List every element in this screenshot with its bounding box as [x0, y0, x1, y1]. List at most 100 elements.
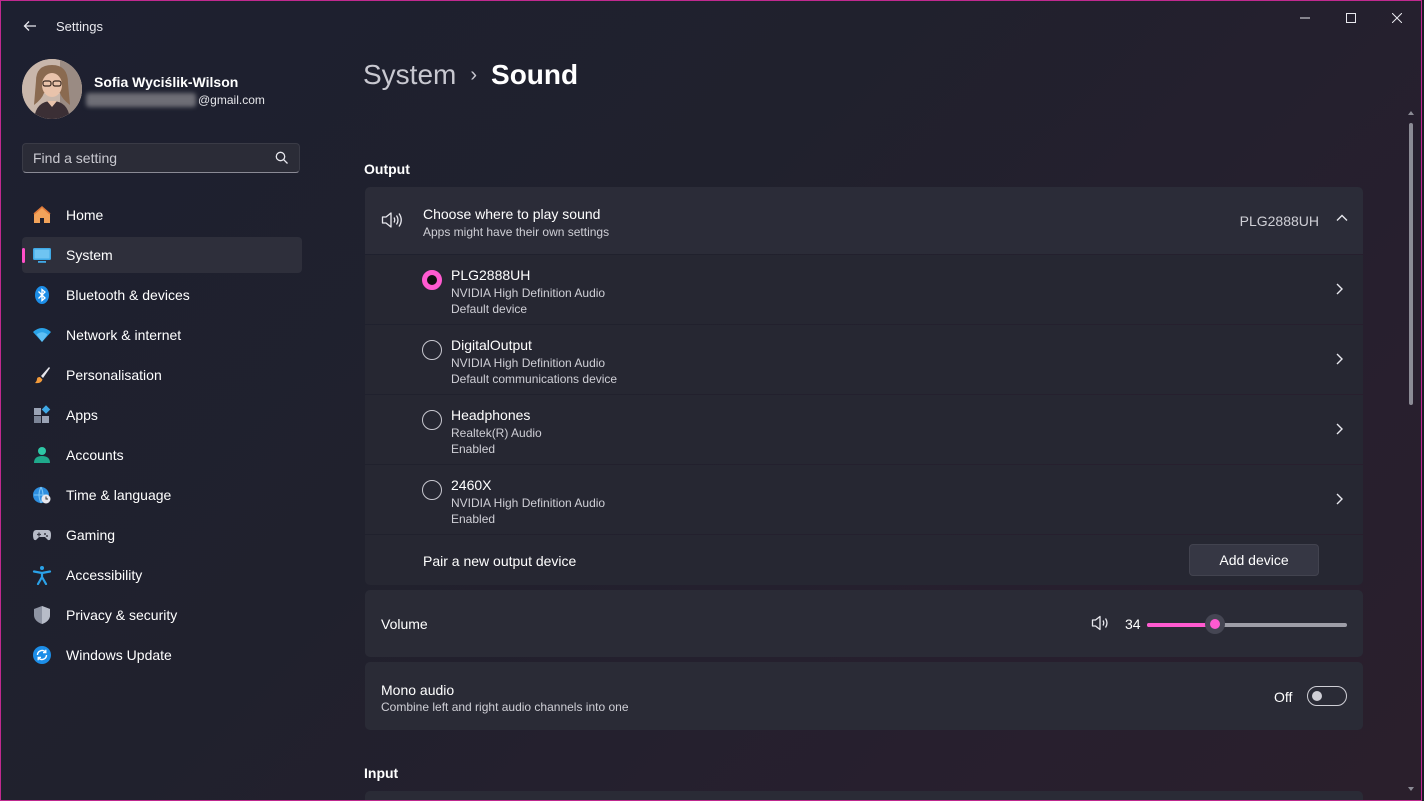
sidebar-item-label: Home [66, 207, 104, 223]
device-status: Enabled [451, 512, 496, 526]
back-button[interactable] [17, 13, 43, 39]
input-card[interactable] [365, 791, 1363, 800]
update-icon [32, 645, 52, 665]
accessibility-icon [32, 565, 52, 585]
mono-audio-toggle[interactable] [1307, 686, 1347, 706]
mono-audio-state-label: Off [1274, 689, 1293, 705]
sidebar-item-apps[interactable]: Apps [22, 397, 302, 433]
output-section-title: Output [364, 161, 410, 177]
choose-output-subtitle: Apps might have their own settings [423, 225, 610, 239]
device-radio-selected[interactable] [422, 270, 442, 290]
sidebar-item-label: Network & internet [66, 327, 182, 343]
mono-audio-subtitle: Combine left and right audio channels in… [381, 700, 629, 714]
device-status: Enabled [451, 442, 496, 456]
profile-email: @gmail.com [86, 93, 265, 107]
breadcrumb-separator: › [470, 63, 478, 86]
sidebar-item-label: Privacy & security [66, 607, 178, 623]
maximize-button[interactable] [1328, 3, 1374, 33]
sidebar-item-system[interactable]: System [22, 237, 302, 273]
mono-audio-card: Mono audio Combine left and right audio … [365, 662, 1363, 730]
sidebar-item-network[interactable]: Network & internet [22, 317, 302, 353]
email-domain: @gmail.com [198, 93, 265, 107]
scroll-down-icon[interactable] [1407, 785, 1415, 793]
wifi-icon [32, 325, 52, 345]
close-button[interactable] [1374, 3, 1420, 33]
volume-card: Volume 34 [365, 590, 1363, 657]
brush-icon [32, 365, 52, 385]
sidebar-item-label: Personalisation [66, 367, 162, 383]
device-name: Headphones [451, 407, 531, 423]
device-name: PLG2888UH [451, 267, 531, 283]
pair-output-device-row: Pair a new output device Add device [365, 535, 1363, 585]
app-title: Settings [56, 19, 103, 34]
sidebar-item-privacy-security[interactable]: Privacy & security [22, 597, 302, 633]
output-device-row[interactable]: 2460X NVIDIA High Definition Audio Enabl… [365, 465, 1363, 534]
chevron-up-icon[interactable] [1335, 211, 1349, 225]
volume-slider-thumb[interactable] [1205, 614, 1225, 634]
device-name: 2460X [451, 477, 492, 493]
chevron-right-icon[interactable] [1333, 282, 1345, 296]
volume-value: 34 [1125, 616, 1141, 632]
sidebar-item-label: Accessibility [66, 567, 143, 583]
device-status: Default device [451, 302, 528, 316]
search-input[interactable]: Find a setting [33, 150, 117, 166]
scrollbar[interactable] [1407, 109, 1415, 799]
minimize-icon [1300, 17, 1310, 19]
sidebar-item-accessibility[interactable]: Accessibility [22, 557, 302, 593]
toggle-knob [1312, 691, 1322, 701]
sidebar-item-label: Windows Update [66, 647, 172, 663]
shield-icon [32, 605, 52, 625]
add-device-button[interactable]: Add device [1189, 544, 1319, 576]
speaker-icon [381, 212, 402, 228]
output-device-row[interactable]: PLG2888UH NVIDIA High Definition Audio D… [365, 255, 1363, 324]
volume-label: Volume [381, 616, 428, 632]
search-box[interactable]: Find a setting [22, 143, 300, 173]
sidebar-item-label: System [66, 247, 113, 263]
avatar [22, 59, 82, 119]
output-device-row[interactable]: DigitalOutput NVIDIA High Definition Aud… [365, 325, 1363, 394]
device-driver: NVIDIA High Definition Audio [451, 356, 606, 370]
settings-window: Settings Sofia Wyciślik-Wilson @gmail.co… [0, 0, 1422, 801]
device-radio[interactable] [422, 410, 442, 430]
breadcrumb: System › Sound [363, 59, 578, 91]
profile-name: Sofia Wyciślik-Wilson [94, 74, 239, 90]
scroll-up-icon[interactable] [1407, 109, 1415, 117]
output-device-selector[interactable]: Choose where to play sound Apps might ha… [365, 187, 1363, 254]
volume-slider[interactable] [1147, 614, 1347, 634]
sidebar-item-gaming[interactable]: Gaming [22, 517, 302, 553]
mono-audio-title: Mono audio [381, 682, 455, 698]
chevron-right-icon[interactable] [1333, 422, 1345, 436]
user-profile[interactable]: Sofia Wyciślik-Wilson @gmail.com [22, 59, 312, 119]
sidebar-item-time-language[interactable]: Time & language [22, 477, 302, 513]
system-icon [32, 245, 52, 265]
sidebar-item-label: Accounts [66, 447, 124, 463]
volume-mute-toggle-icon[interactable] [1091, 615, 1111, 631]
sidebar-item-home[interactable]: Home [22, 197, 302, 233]
breadcrumb-parent[interactable]: System [363, 59, 456, 91]
minimize-button[interactable] [1282, 3, 1328, 33]
device-radio[interactable] [422, 340, 442, 360]
selected-output-device: PLG2888UH [1239, 213, 1319, 229]
globe-clock-icon [32, 485, 52, 505]
output-device-row[interactable]: Headphones Realtek(R) Audio Enabled [365, 395, 1363, 464]
choose-output-title: Choose where to play sound [423, 206, 601, 222]
device-driver: NVIDIA High Definition Audio [451, 496, 606, 510]
page-title: Sound [491, 59, 579, 90]
sidebar-item-label: Apps [66, 407, 98, 423]
sidebar-nav: Home System Bluetooth & devices Network … [22, 197, 302, 677]
chevron-right-icon[interactable] [1333, 352, 1345, 366]
search-icon [275, 151, 288, 164]
sidebar-item-windows-update[interactable]: Windows Update [22, 637, 302, 673]
back-arrow-icon [23, 21, 36, 31]
sidebar-item-label: Time & language [66, 487, 172, 503]
email-redaction [86, 93, 196, 107]
maximize-icon [1346, 13, 1356, 23]
sidebar-item-accounts[interactable]: Accounts [22, 437, 302, 473]
chevron-right-icon[interactable] [1333, 492, 1345, 506]
sidebar-item-bluetooth[interactable]: Bluetooth & devices [22, 277, 302, 313]
pair-device-label: Pair a new output device [423, 553, 577, 569]
sidebar-item-personalisation[interactable]: Personalisation [22, 357, 302, 393]
device-radio[interactable] [422, 480, 442, 500]
title-bar: Settings [1, 1, 1421, 49]
scrollbar-thumb[interactable] [1409, 123, 1413, 405]
